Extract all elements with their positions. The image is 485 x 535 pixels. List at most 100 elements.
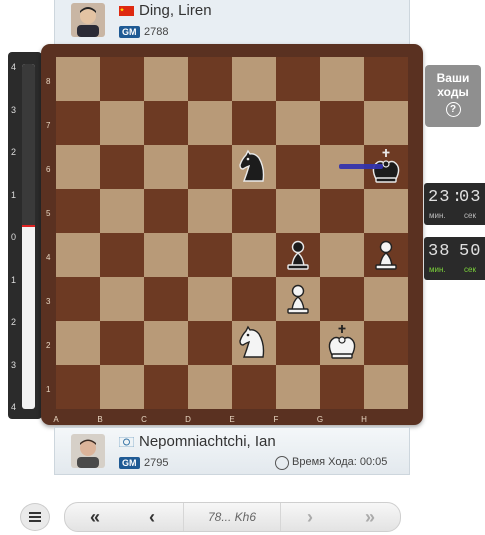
square-b2[interactable]	[100, 321, 144, 365]
white-king-icon[interactable]	[320, 321, 364, 365]
rank-label-3: 3	[46, 297, 51, 306]
square-c6[interactable]	[144, 145, 188, 189]
rank-label-1: 1	[46, 385, 51, 394]
move-time-label: Время Хода: 00:05	[292, 456, 388, 468]
square-h1[interactable]	[364, 365, 408, 409]
evaluation-tick-label: 4	[11, 62, 17, 72]
square-h4[interactable]	[364, 233, 408, 277]
square-h8[interactable]	[364, 57, 408, 101]
evaluation-bar: 4 3 2 1 0 1 2 3 4	[8, 52, 42, 419]
square-e4[interactable]	[232, 233, 276, 277]
square-g1[interactable]	[320, 365, 364, 409]
top-clock-sec-label: сек	[464, 211, 476, 220]
square-f7[interactable]	[276, 101, 320, 145]
square-d5[interactable]	[188, 189, 232, 233]
square-a5[interactable]	[56, 189, 100, 233]
square-c4[interactable]	[144, 233, 188, 277]
menu-button[interactable]	[20, 503, 50, 531]
square-a7[interactable]	[56, 101, 100, 145]
square-h5[interactable]	[364, 189, 408, 233]
square-a3[interactable]	[56, 277, 100, 321]
white-pawn-icon[interactable]	[364, 233, 408, 277]
top-clock-seconds: 03	[459, 188, 482, 207]
square-e5[interactable]	[232, 189, 276, 233]
previous-move-button[interactable]: ‹	[127, 503, 177, 531]
square-d3[interactable]	[188, 277, 232, 321]
square-e2[interactable]	[232, 321, 276, 365]
square-b1[interactable]	[100, 365, 144, 409]
bottom-clock-sec-label: сек	[464, 265, 476, 274]
square-f3[interactable]	[276, 277, 320, 321]
your-moves-button[interactable]: Ваши ходы ?	[425, 65, 481, 127]
top-player-name[interactable]: Ding, Liren	[139, 2, 212, 19]
square-g3[interactable]	[320, 277, 364, 321]
square-a8[interactable]	[56, 57, 100, 101]
bottom-player-name[interactable]: Nepomniachtchi, Ian	[139, 433, 276, 450]
square-f8[interactable]	[276, 57, 320, 101]
square-g7[interactable]	[320, 101, 364, 145]
square-d4[interactable]	[188, 233, 232, 277]
top-player-avatar[interactable]	[71, 3, 105, 37]
rank-label-2: 2	[46, 341, 51, 350]
top-clock-minutes: 23	[428, 188, 451, 207]
square-c8[interactable]	[144, 57, 188, 101]
file-label-d: D	[185, 415, 191, 424]
square-a2[interactable]	[56, 321, 100, 365]
square-h2[interactable]	[364, 321, 408, 365]
move-navigation-bar: « ‹ 78... Kh6 › »	[64, 502, 401, 532]
last-move-button[interactable]: »	[345, 503, 395, 531]
square-c2[interactable]	[144, 321, 188, 365]
next-move-button[interactable]: ›	[285, 503, 335, 531]
square-d1[interactable]	[188, 365, 232, 409]
bottom-clock-seconds: 50	[459, 242, 482, 261]
square-h3[interactable]	[364, 277, 408, 321]
your-moves-label-line2: ходы	[437, 85, 469, 99]
square-c1[interactable]	[144, 365, 188, 409]
bottom-player-title-badge: GM	[119, 457, 140, 469]
square-f4[interactable]	[276, 233, 320, 277]
square-f2[interactable]	[276, 321, 320, 365]
square-d2[interactable]	[188, 321, 232, 365]
square-b5[interactable]	[100, 189, 144, 233]
square-d6[interactable]	[188, 145, 232, 189]
square-e6[interactable]	[232, 145, 276, 189]
square-c5[interactable]	[144, 189, 188, 233]
square-g8[interactable]	[320, 57, 364, 101]
bottom-clock-minutes: 38	[428, 242, 451, 261]
square-d8[interactable]	[188, 57, 232, 101]
help-icon[interactable]: ?	[445, 102, 461, 117]
chess-board[interactable]	[56, 57, 408, 409]
bottom-player-avatar[interactable]	[71, 434, 105, 468]
white-pawn-icon[interactable]	[276, 277, 320, 321]
square-e7[interactable]	[232, 101, 276, 145]
white-knight-icon[interactable]	[232, 321, 276, 365]
square-e8[interactable]	[232, 57, 276, 101]
file-label-g: G	[316, 415, 324, 424]
square-a6[interactable]	[56, 145, 100, 189]
square-d7[interactable]	[188, 101, 232, 145]
black-pawn-icon[interactable]	[276, 233, 320, 277]
square-e1[interactable]	[232, 365, 276, 409]
square-b4[interactable]	[100, 233, 144, 277]
square-h7[interactable]	[364, 101, 408, 145]
square-g4[interactable]	[320, 233, 364, 277]
square-g2[interactable]	[320, 321, 364, 365]
square-b7[interactable]	[100, 101, 144, 145]
square-a4[interactable]	[56, 233, 100, 277]
black-knight-icon[interactable]	[232, 145, 276, 189]
square-e3[interactable]	[232, 277, 276, 321]
first-move-button[interactable]: «	[73, 503, 117, 531]
square-f5[interactable]	[276, 189, 320, 233]
square-a1[interactable]	[56, 365, 100, 409]
square-f1[interactable]	[276, 365, 320, 409]
square-b8[interactable]	[100, 57, 144, 101]
evaluation-tick-label: 0	[11, 232, 17, 242]
square-b3[interactable]	[100, 277, 144, 321]
square-b6[interactable]	[100, 145, 144, 189]
square-g5[interactable]	[320, 189, 364, 233]
square-c3[interactable]	[144, 277, 188, 321]
square-f6[interactable]	[276, 145, 320, 189]
square-c7[interactable]	[144, 101, 188, 145]
evaluation-tick-label: 3	[11, 104, 17, 115]
file-label-b: B	[97, 415, 103, 424]
